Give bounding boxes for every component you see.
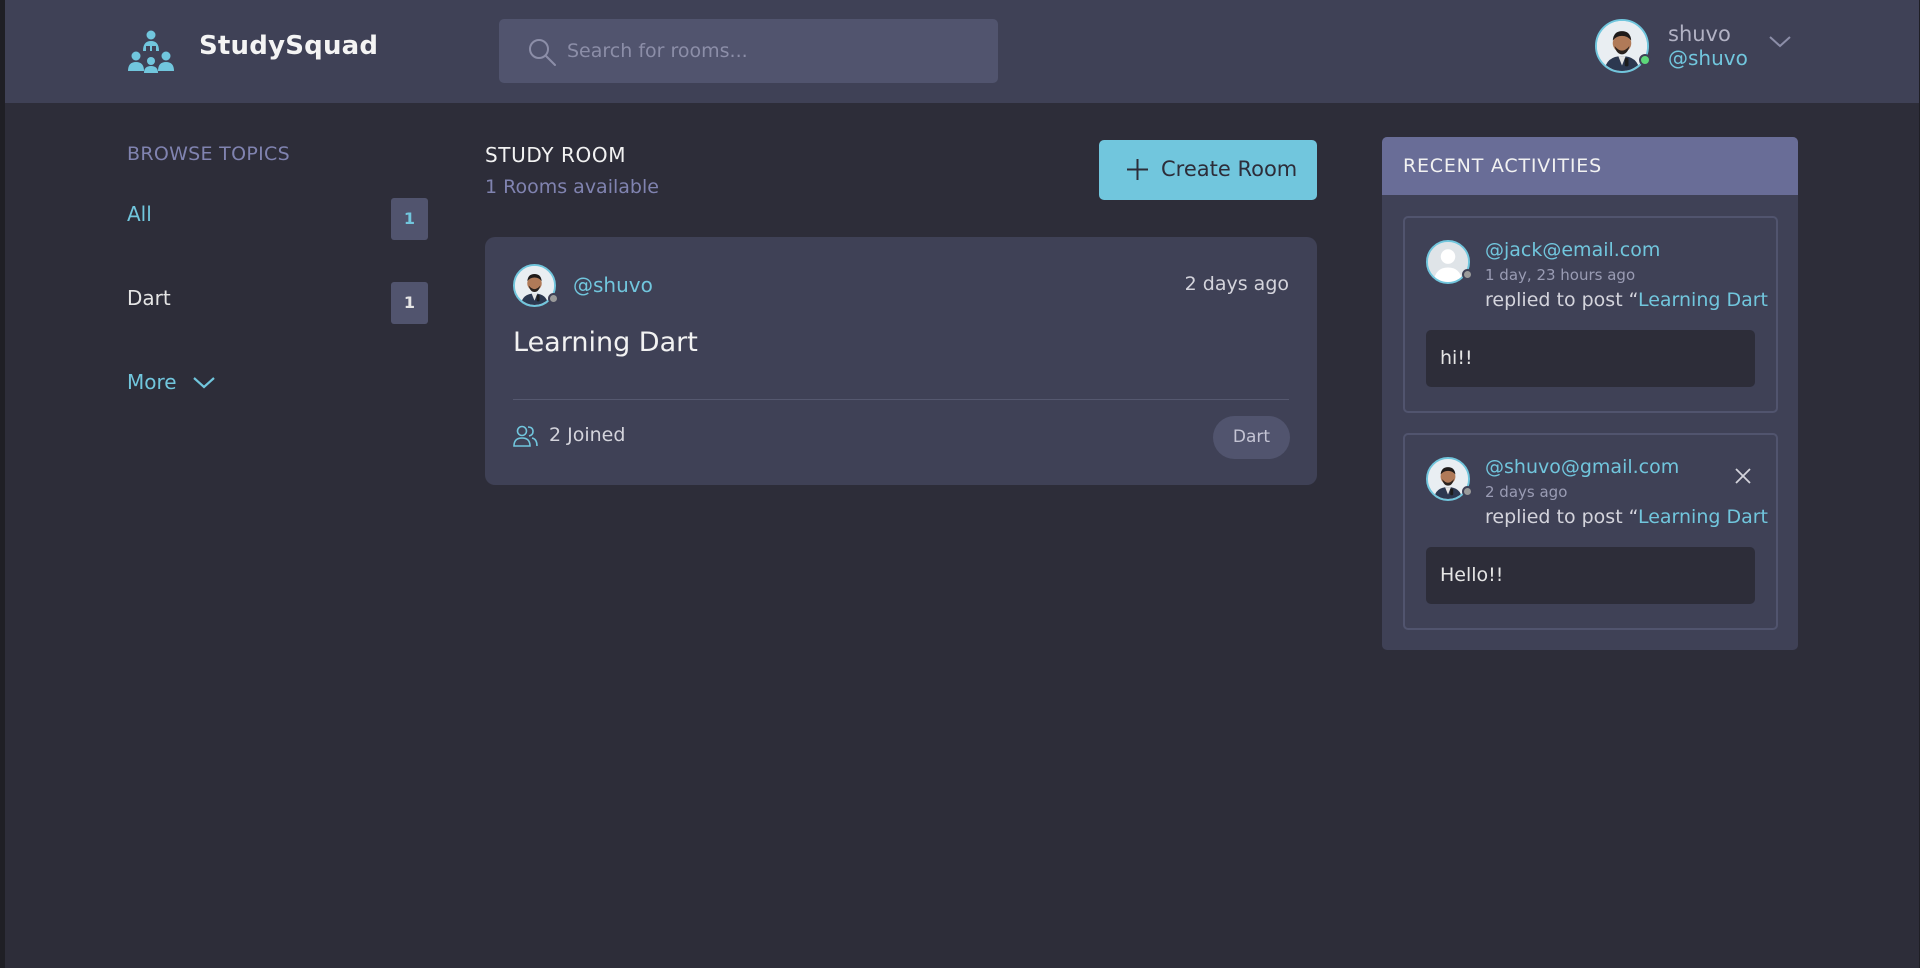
status-dot [1462, 486, 1473, 497]
top-navbar: StudySquad shuvo @shuvo [5, 0, 1919, 103]
room-timestamp: 2 days ago [1184, 273, 1289, 295]
create-room-label: Create Room [1161, 157, 1298, 181]
activity-action: replied to post “ [1485, 506, 1638, 528]
topic-item-dart[interactable]: Dart [127, 286, 171, 310]
plus-icon [1127, 159, 1148, 180]
close-icon[interactable] [1733, 466, 1753, 486]
activity-user-link[interactable]: @jack@email.com [1485, 239, 1660, 261]
rooms-available-count: 1 Rooms available [485, 176, 659, 198]
status-dot [1462, 269, 1473, 280]
activities-title: RECENT ACTIVITIES [1403, 155, 1602, 177]
activities-header: RECENT ACTIVITIES [1382, 137, 1798, 195]
activity-post-link[interactable]: Learning Dart [1638, 289, 1768, 311]
user-handle[interactable]: @shuvo [1668, 46, 1748, 70]
browse-topics-heading: BROWSE TOPICS [127, 143, 290, 165]
chevron-down-icon[interactable] [191, 374, 217, 392]
room-title-link[interactable]: Learning Dart [513, 327, 698, 358]
divider [513, 399, 1289, 400]
chevron-down-icon[interactable] [1767, 32, 1793, 52]
status-dot [548, 293, 559, 304]
create-room-button[interactable]: Create Room [1099, 140, 1317, 200]
more-topics-button[interactable]: More [127, 370, 177, 394]
topic-count-badge: 1 [391, 198, 428, 240]
topic-tag[interactable]: Dart [1213, 416, 1290, 459]
people-icon [513, 425, 538, 447]
activity-post-link[interactable]: Learning Dart [1638, 506, 1768, 528]
activity-user-link[interactable]: @shuvo@gmail.com [1485, 456, 1679, 478]
activity-timestamp: 1 day, 23 hours ago [1485, 266, 1636, 284]
room-host-link[interactable]: @shuvo [573, 273, 653, 297]
activity-item: @shuvo@gmail.com 2 days ago replied to p… [1403, 433, 1778, 630]
activity-item: @jack@email.com 1 day, 23 hours ago repl… [1403, 216, 1778, 413]
topic-item-all[interactable]: All [127, 202, 152, 226]
activity-message: Hello!! [1426, 547, 1755, 604]
topic-count-badge: 1 [391, 282, 428, 324]
search-bar [499, 19, 998, 83]
room-card[interactable]: @shuvo 2 days ago Learning Dart 2 Joined… [485, 237, 1317, 485]
activity-action: replied to post “ [1485, 289, 1638, 311]
search-input[interactable] [567, 19, 977, 83]
online-status-dot [1639, 54, 1651, 66]
activity-description: replied to post “Learning Dart [1485, 506, 1768, 528]
app-frame: StudySquad shuvo @shuvo [5, 0, 1919, 968]
activity-timestamp: 2 days ago [1485, 483, 1568, 501]
brand-name[interactable]: StudySquad [199, 31, 378, 61]
search-icon [529, 39, 556, 66]
joined-count: 2 Joined [549, 424, 626, 446]
activity-description: replied to post “Learning Dart [1485, 289, 1768, 311]
recent-activities-panel: RECENT ACTIVITIES @jack@email.com 1 day,… [1382, 137, 1798, 650]
activity-message: hi!! [1426, 330, 1755, 387]
user-name[interactable]: shuvo [1668, 22, 1731, 46]
team-logo-icon[interactable] [127, 29, 175, 73]
page-title: STUDY ROOM [485, 143, 627, 167]
